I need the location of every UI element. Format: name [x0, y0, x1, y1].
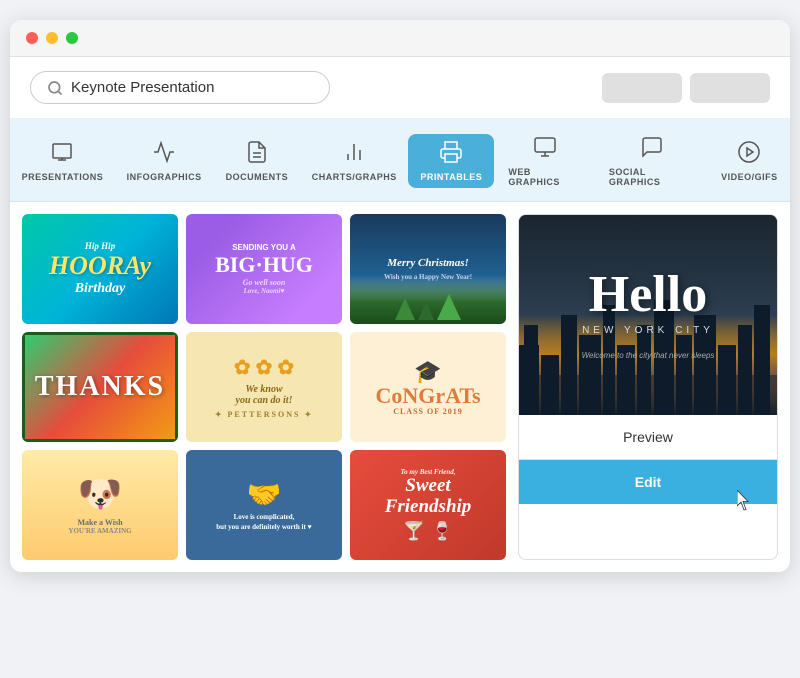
search-input[interactable]	[71, 79, 313, 96]
main-window: PRESENTATIONS INFOGRAPHICS DOCUMENTS CHA…	[10, 20, 790, 572]
card-congrats-hat: 🎓	[414, 359, 441, 385]
maximize-button[interactable]	[66, 32, 78, 44]
card-love-text: Love is complicated,but you are definite…	[212, 512, 315, 533]
category-social[interactable]: SOCIAL GRAPHICS	[595, 129, 709, 193]
right-controls	[602, 73, 770, 103]
tree-2	[418, 302, 434, 320]
card-love[interactable]: 🤝 Love is complicated,but you are defini…	[186, 450, 342, 560]
featured-nyc: NEW YORK CITY	[582, 325, 715, 336]
card-bighug-sig: Love, Naomi♥	[243, 287, 284, 295]
card-weknow-text: We knowyou can do it!	[236, 384, 293, 406]
card-weknow[interactable]: ✿ ✿ ✿ We knowyou can do it! ✦ PETTERSONS…	[186, 332, 342, 442]
card-friendship-icons: 🍸 🍷	[403, 521, 454, 542]
social-icon	[640, 135, 664, 163]
featured-description: Welcome to the city that never sleeps	[582, 350, 715, 361]
edit-button-wrapper: Edit	[519, 460, 777, 504]
presentations-icon	[50, 140, 74, 168]
control-button-1[interactable]	[602, 73, 682, 103]
tree-3	[437, 294, 461, 320]
card-friendship-title: SweetFriendship	[385, 476, 472, 518]
card-congrats-text: CoNGrATs	[375, 385, 480, 407]
card-congrats[interactable]: 🎓 CoNGrATs CLASS OF 2019	[350, 332, 506, 442]
card-bighug-sub: Go well soon	[243, 278, 286, 287]
card-bighug-top: SENDING YOU A	[232, 243, 296, 252]
template-grid: Hip Hip HOORAy Birthday SENDING YOU A BI…	[22, 214, 506, 560]
tree-1	[395, 298, 415, 320]
infographics-label: INFOGRAPHICS	[127, 172, 202, 182]
category-video[interactable]: VIDEO/GIFS	[709, 134, 790, 188]
card-makeawish-sub: YOU'RE AMAZING	[68, 527, 131, 535]
charts-icon	[342, 140, 366, 168]
search-icon	[47, 80, 63, 96]
preview-button[interactable]: Preview	[519, 415, 777, 460]
minimize-button[interactable]	[46, 32, 58, 44]
card-makeawish-title: Make a Wish	[77, 518, 122, 527]
card-christmas[interactable]: Merry Christmas! Wish you a Happy New Ye…	[350, 214, 506, 324]
featured-text: Hello NEW YORK CITY Welcome to the city …	[582, 269, 715, 361]
documents-icon	[245, 140, 269, 168]
featured-hello: Hello	[582, 269, 715, 321]
web-label: WEB GRAPHICS	[508, 167, 580, 187]
charts-label: CHARTS/GRAPHS	[312, 172, 397, 182]
close-button[interactable]	[26, 32, 38, 44]
social-label: SOCIAL GRAPHICS	[609, 167, 695, 187]
card-birthday-hooray: HOORAy	[49, 252, 151, 281]
printables-icon	[439, 140, 463, 168]
searchbar-row	[10, 57, 790, 119]
card-makeawish[interactable]: 🐶 Make a Wish YOU'RE AMAZING	[22, 450, 178, 560]
card-bighug-text: BIG·HUG	[215, 252, 313, 278]
card-love-emoji: 🤝	[247, 478, 282, 512]
presentations-label: PRESENTATIONS	[22, 172, 104, 182]
card-christmas-merry: Merry Christmas!	[387, 257, 469, 269]
category-charts[interactable]: CHARTS/GRAPHS	[300, 134, 408, 188]
documents-label: DOCUMENTS	[226, 172, 289, 182]
card-congrats-year: CLASS OF 2019	[393, 407, 463, 416]
web-icon	[533, 135, 557, 163]
category-web[interactable]: WEB GRAPHICS	[494, 129, 594, 193]
card-weknow-name: ✦ PETTERSONS ✦	[215, 410, 313, 419]
category-printables[interactable]: PRINTABLES	[408, 134, 494, 188]
printables-label: PRINTABLES	[420, 172, 482, 182]
card-weknow-flowers: ✿ ✿ ✿	[234, 355, 294, 380]
card-thanks[interactable]: THANKS	[22, 332, 178, 442]
category-documents[interactable]: DOCUMENTS	[213, 134, 300, 188]
category-nav: PRESENTATIONS INFOGRAPHICS DOCUMENTS CHA…	[10, 119, 790, 202]
card-bighug[interactable]: SENDING YOU A BIG·HUG Go well soon Love,…	[186, 214, 342, 324]
control-button-2[interactable]	[690, 73, 770, 103]
card-thanks-text: THANKS	[35, 371, 165, 403]
titlebar	[10, 20, 790, 57]
infographics-icon	[152, 140, 176, 168]
category-infographics[interactable]: INFOGRAPHICS	[115, 134, 214, 188]
featured-card[interactable]: Hello NEW YORK CITY Welcome to the city …	[519, 215, 777, 415]
main-content: Hip Hip HOORAy Birthday SENDING YOU A BI…	[10, 202, 790, 572]
category-presentations[interactable]: PRESENTATIONS	[10, 134, 115, 188]
card-birthday[interactable]: Hip Hip HOORAy Birthday	[22, 214, 178, 324]
video-icon	[737, 140, 761, 168]
video-label: VIDEO/GIFS	[721, 172, 778, 182]
card-birthday-label: Birthday	[49, 281, 151, 296]
cursor-icon	[737, 490, 755, 512]
featured-actions: Preview Edit	[519, 415, 777, 504]
card-friendship[interactable]: To my Best Friend, SweetFriendship 🍸 🍷	[350, 450, 506, 560]
card-makeawish-dog: 🐶	[78, 476, 123, 512]
search-box	[30, 71, 330, 104]
featured-section: Hello NEW YORK CITY Welcome to the city …	[518, 214, 778, 560]
